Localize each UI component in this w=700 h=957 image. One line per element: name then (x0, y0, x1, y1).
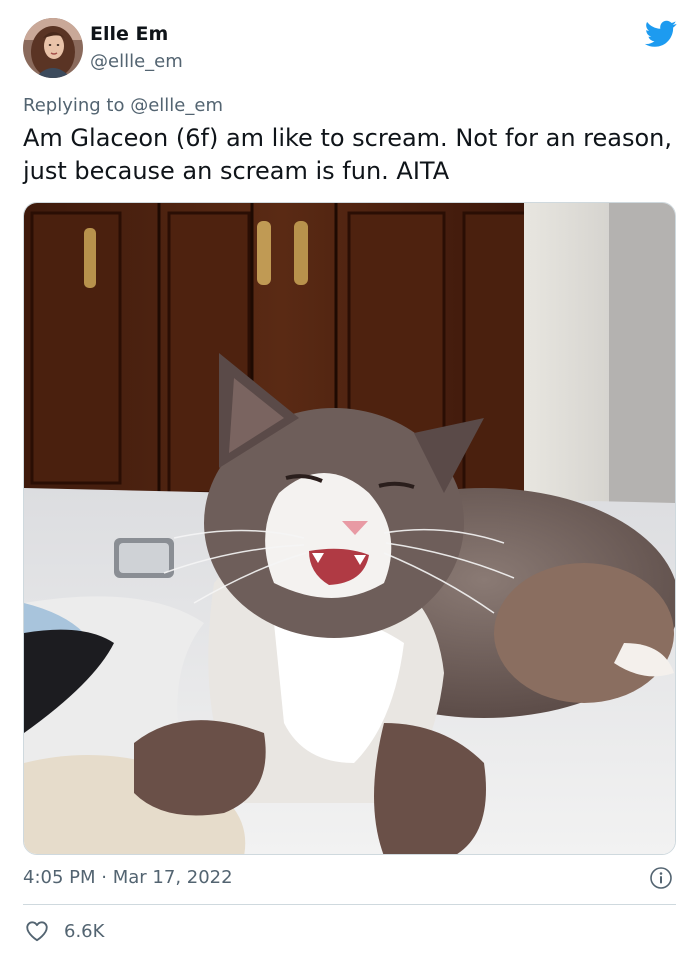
author-name[interactable]: Elle Em (90, 23, 168, 45)
reply-context: Replying to @ellle_em (23, 95, 223, 116)
twitter-bird-icon[interactable] (645, 20, 677, 48)
like-count: 6.6K (64, 920, 105, 942)
divider (23, 904, 676, 905)
tweet-card: Elle Em @ellle_em Replying to @ellle_em … (0, 0, 700, 957)
tweet-text: Am Glaceon (6f) am like to scream. Not f… (23, 124, 673, 185)
avatar-image (23, 18, 83, 78)
tweet-time-link[interactable]: 4:05 PM (23, 867, 96, 888)
reply-prefix: Replying to (23, 95, 125, 116)
tweet-date-link[interactable]: Mar 17, 2022 (113, 867, 233, 888)
heart-icon (26, 921, 48, 942)
reply-handle-link[interactable]: @ellle_em (130, 95, 223, 116)
timestamp-separator: · (101, 867, 107, 888)
info-icon[interactable] (649, 866, 673, 890)
like-button[interactable]: 6.6K (24, 918, 104, 944)
avatar[interactable] (23, 18, 83, 78)
tweet-photo[interactable] (23, 202, 676, 855)
tweet-timestamp: 4:05 PM · Mar 17, 2022 (23, 867, 233, 888)
cat-photo-image (24, 203, 675, 854)
author-handle[interactable]: @ellle_em (90, 51, 183, 72)
